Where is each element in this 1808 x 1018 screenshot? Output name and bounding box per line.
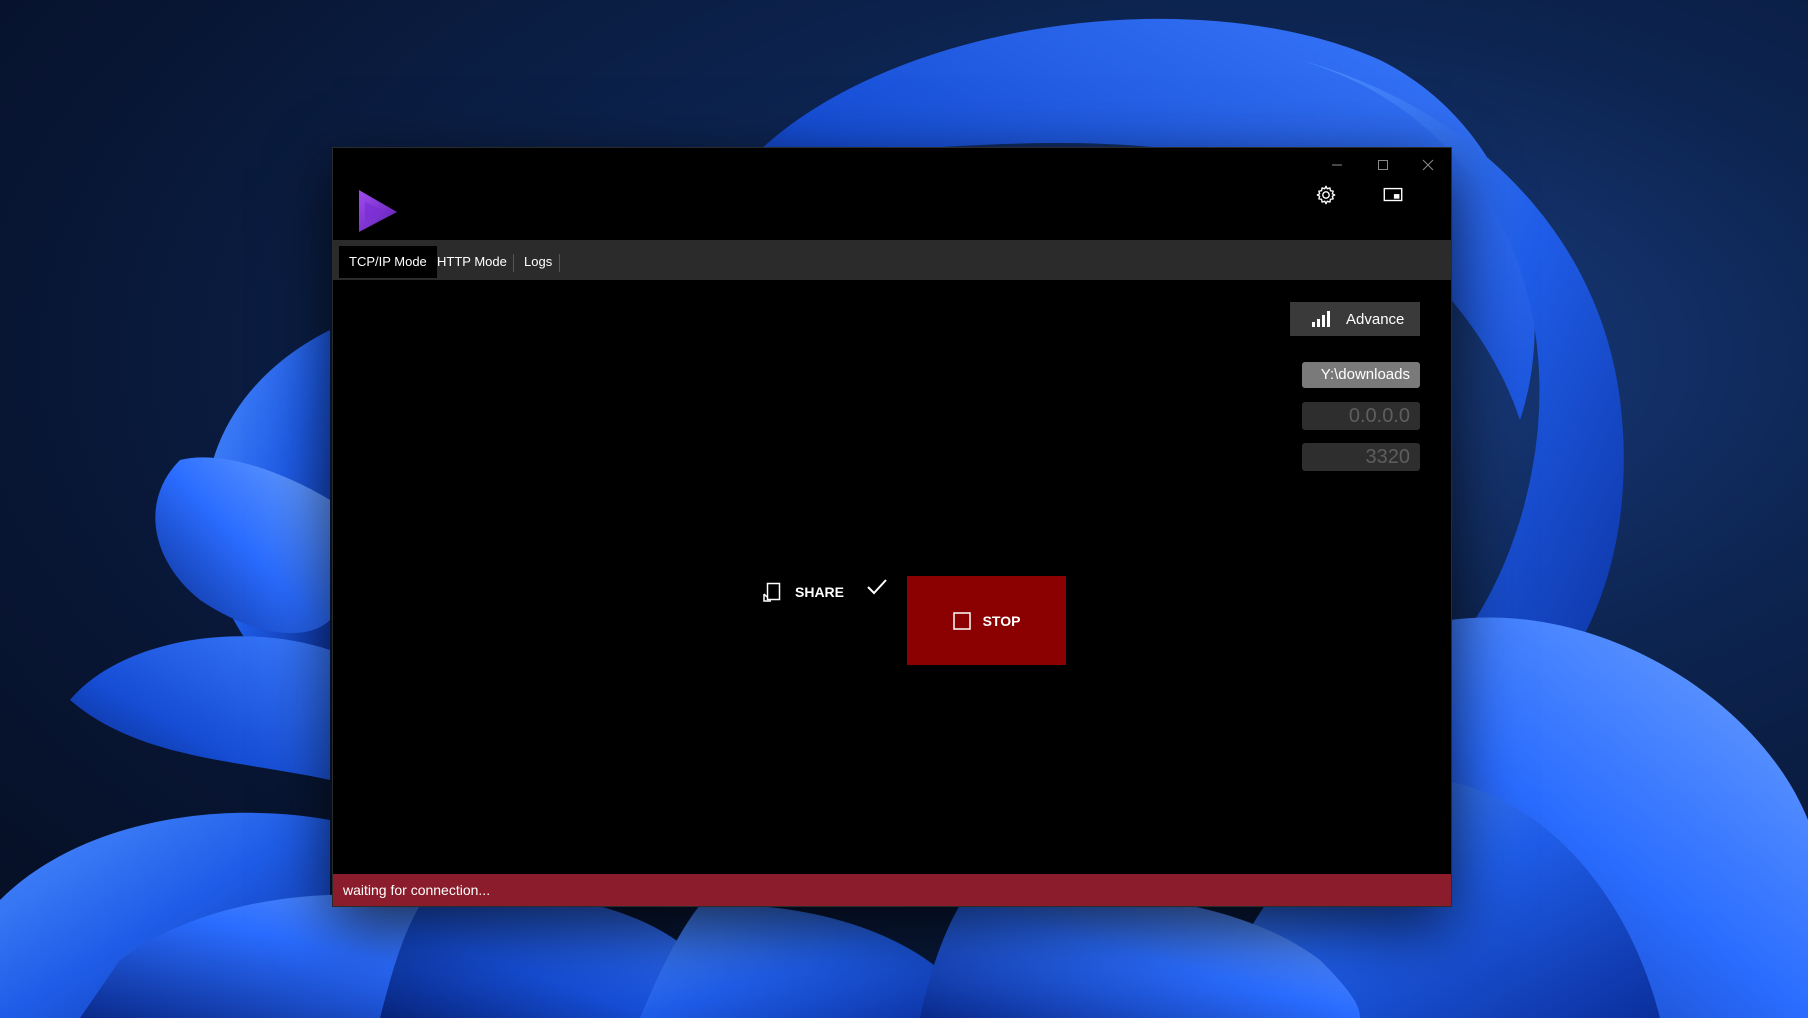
stop-label: STOP: [982, 612, 1021, 629]
share-label: SHARE: [795, 584, 845, 600]
app-logo-icon: [359, 190, 397, 232]
compact-overlay-button[interactable]: [1379, 181, 1407, 209]
stop-square-icon: [952, 611, 971, 630]
title-bar: [333, 148, 1451, 240]
minimize-button[interactable]: [1315, 150, 1359, 180]
tcpip-mode-panel: Advance Y:\downloads 0.0.0.0 3320 SHARE: [333, 280, 1451, 874]
folder-path-button[interactable]: Y:\downloads: [1302, 362, 1420, 388]
tab-separator: [559, 254, 560, 272]
tab-bar: TCP/IP Mode HTTP Mode Logs: [333, 240, 1451, 280]
close-button[interactable]: [1406, 150, 1450, 180]
maximize-icon: [1378, 160, 1388, 170]
gear-icon: [1316, 185, 1336, 205]
settings-button[interactable]: [1312, 181, 1340, 209]
tab-logs[interactable]: Logs: [514, 246, 562, 278]
share-icon: [763, 582, 783, 602]
tab-http-mode[interactable]: HTTP Mode: [427, 246, 517, 278]
port-field[interactable]: 3320: [1302, 443, 1420, 471]
advance-button[interactable]: Advance: [1290, 302, 1420, 336]
advance-label: Advance: [1346, 310, 1405, 328]
signal-bars-icon: [1312, 311, 1332, 327]
share-button[interactable]: SHARE: [763, 575, 859, 609]
stop-button[interactable]: STOP: [907, 576, 1066, 665]
checkmark-icon: [867, 579, 887, 595]
compact-overlay-icon: [1383, 187, 1403, 202]
tab-tcpip-mode[interactable]: TCP/IP Mode: [339, 246, 437, 278]
minimize-icon: [1332, 164, 1342, 166]
ip-address-field[interactable]: 0.0.0.0: [1302, 402, 1420, 430]
maximize-button[interactable]: [1361, 150, 1405, 180]
status-bar: waiting for connection...: [333, 874, 1451, 906]
app-window: TCP/IP Mode HTTP Mode Logs Advance Y:\do…: [332, 147, 1452, 907]
close-icon: [1422, 159, 1434, 171]
